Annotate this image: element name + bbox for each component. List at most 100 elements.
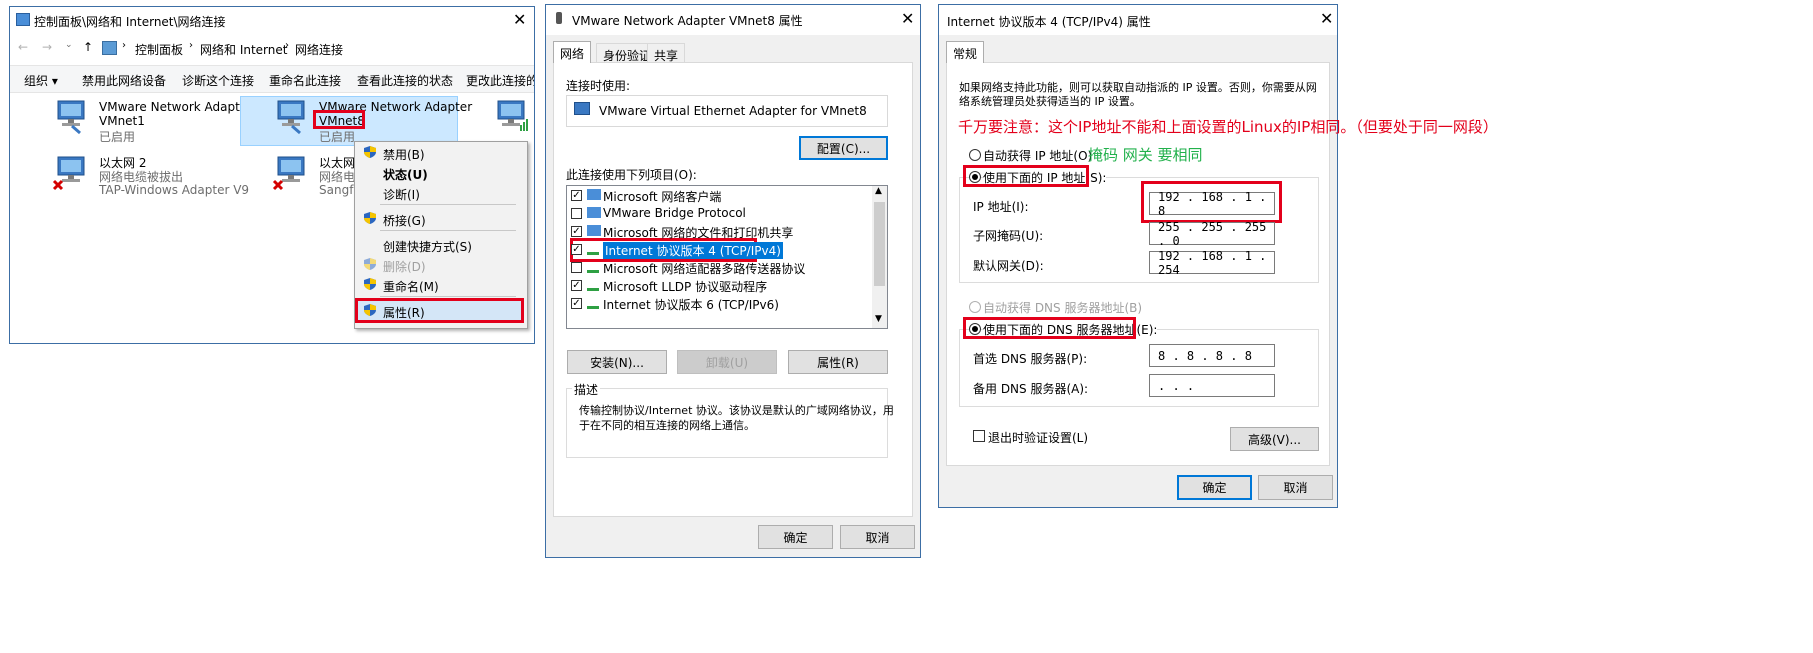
menu-item-delete[interactable]: 删除(D) <box>383 258 426 275</box>
list-item[interactable]: Internet 协议版本 6 (TCP/IPv6) <box>603 296 779 313</box>
network-icon <box>556 12 562 24</box>
organize-menu[interactable]: 组织 ▾ <box>24 72 58 89</box>
close-icon[interactable]: ✕ <box>1320 9 1333 28</box>
auto-ip-radio[interactable] <box>969 149 981 161</box>
shield-icon <box>364 258 376 270</box>
item-checkbox[interactable]: ✓ <box>571 280 582 291</box>
back-icon[interactable]: ← <box>18 40 28 54</box>
alternate-dns-input[interactable]: . . . <box>1149 374 1275 397</box>
adapter-status: 已启用 <box>319 130 356 144</box>
breadcrumb-control-panel[interactable]: 控制面板 <box>135 41 183 58</box>
scroll-thumb[interactable] <box>874 202 885 286</box>
menu-item-disable[interactable]: 禁用(B) <box>383 146 425 163</box>
adapter-icon <box>574 102 590 115</box>
menu-item-status[interactable]: 状态(U) <box>383 166 428 183</box>
menu-item-rename[interactable]: 重命名(M) <box>383 278 439 295</box>
adapter-status: 已启用 <box>99 130 136 144</box>
control-panel-icon <box>102 41 117 55</box>
window-title: 控制面板\网络和 Internet\网络连接 <box>34 15 226 29</box>
list-item[interactable]: Microsoft 网络客户端 <box>603 188 721 205</box>
default-gateway-input[interactable]: 192 . 168 . 1 . 254 <box>1149 249 1275 277</box>
configure-button[interactable]: 配置(C)... <box>799 136 888 160</box>
diagnose-button[interactable]: 诊断这个连接 <box>182 72 254 89</box>
highlight-box <box>313 110 365 129</box>
list-item[interactable]: VMware Bridge Protocol <box>603 206 746 220</box>
scrollbar[interactable]: ▲ ▼ <box>872 186 887 328</box>
network-adapter-icon <box>277 100 305 135</box>
client-icon <box>587 189 601 200</box>
change-settings-button[interactable]: 更改此连接的设 <box>466 72 534 89</box>
item-properties-button[interactable]: 属性(R) <box>788 350 888 374</box>
menu-separator <box>380 296 516 297</box>
scroll-up-icon[interactable]: ▲ <box>875 186 882 196</box>
list-item[interactable]: Microsoft LLDP 协议驱动程序 <box>603 278 767 295</box>
annotation-red: 千万要注意：这个IP地址不能和上面设置的Linux的IP相同。（但要处于同一网段… <box>958 118 1498 136</box>
menu-separator <box>380 204 516 205</box>
item-checkbox[interactable]: ✓ <box>571 298 582 309</box>
install-button[interactable]: 安装(N)... <box>567 350 667 374</box>
auto-dns-radio[interactable] <box>969 301 981 313</box>
highlight-box <box>1141 181 1282 223</box>
close-icon[interactable]: ✕ <box>513 10 526 29</box>
subnet-mask-input[interactable]: 255 . 255 . 255 . 0 <box>1149 220 1275 248</box>
menu-item-shortcut[interactable]: 创建快捷方式(S) <box>383 238 472 255</box>
items-label: 此连接使用下列项目(O): <box>566 168 697 182</box>
rename-button[interactable]: 重命名此连接 <box>269 72 341 89</box>
close-icon[interactable]: ✕ <box>901 9 914 28</box>
chevron-right-icon: › <box>122 40 126 51</box>
description-text: 传输控制协议/Internet 协议。该协议是默认的广域网络协议，用 <box>579 404 894 417</box>
connect-using-label: 连接时使用: <box>566 79 631 93</box>
menu-item-diagnose[interactable]: 诊断(I) <box>383 186 420 203</box>
disable-device-button[interactable]: 禁用此网络设备 <box>82 72 166 89</box>
item-checkbox[interactable] <box>571 262 582 273</box>
menu-item-bridge[interactable]: 桥接(G) <box>383 212 426 229</box>
tab-general[interactable]: 常规 <box>946 41 985 63</box>
cancel-button[interactable]: 取消 <box>1258 475 1333 500</box>
list-item[interactable]: Microsoft 网络适配器多路传送器协议 <box>603 260 805 277</box>
explorer-window: 控制面板\网络和 Internet\网络连接 ✕ ← → ⌄ ↑ › 控制面板 … <box>9 6 535 344</box>
tab-network[interactable]: 网络 <box>553 41 592 63</box>
item-checkbox[interactable]: ✓ <box>571 244 582 255</box>
preferred-dns-label: 首选 DNS 服务器(P): <box>973 352 1088 366</box>
preferred-dns-input[interactable]: 8 . 8 . 8 . 8 <box>1149 344 1275 367</box>
item-checkbox[interactable]: ✓ <box>571 226 582 237</box>
validate-label: 退出时验证设置(L) <box>988 431 1089 445</box>
ipv4-properties-dialog: Internet 协议版本 4 (TCP/IPv4) 属性 ✕ 常规 如果网络支… <box>938 4 1338 508</box>
forward-icon[interactable]: → <box>42 40 52 54</box>
highlight-box <box>963 317 1136 339</box>
breadcrumb-network-connections[interactable]: 网络连接 <box>295 41 343 58</box>
network-adapter-disconnected-icon <box>272 156 305 191</box>
alternate-dns-label: 备用 DNS 服务器(A): <box>973 382 1089 396</box>
shield-icon <box>364 212 376 224</box>
shield-icon <box>364 278 376 290</box>
uninstall-button[interactable]: 卸载(U) <box>677 350 777 374</box>
adapter-name[interactable]: VMware Network Adapter <box>99 100 252 114</box>
scroll-down-icon[interactable]: ▼ <box>875 314 882 324</box>
item-checkbox[interactable]: ✓ <box>571 190 582 201</box>
annotation-green: 掩码 网关 要相同 <box>1088 146 1203 164</box>
command-bar: 组织 ▾ 禁用此网络设备 诊断这个连接 重命名此连接 查看此连接的状态 更改此连… <box>10 65 534 93</box>
auto-dns-label: 自动获得 DNS 服务器地址(B) <box>983 301 1143 315</box>
ok-button[interactable]: 确定 <box>758 525 833 549</box>
view-status-button[interactable]: 查看此连接的状态 <box>357 72 453 89</box>
default-gateway-label: 默认网关(D): <box>973 259 1044 273</box>
protocol-icon <box>587 279 599 291</box>
ok-button[interactable]: 确定 <box>1177 475 1252 500</box>
list-item[interactable]: Microsoft 网络的文件和打印机共享 <box>603 224 793 241</box>
folder-icon <box>16 13 30 26</box>
recent-icon[interactable]: ⌄ <box>65 40 73 50</box>
advanced-button[interactable]: 高级(V)... <box>1230 427 1319 451</box>
protocol-icon <box>587 261 599 273</box>
item-checkbox[interactable] <box>571 208 582 219</box>
network-adapter-icon <box>57 100 85 135</box>
menu-separator <box>380 230 516 231</box>
breadcrumb-network-internet[interactable]: 网络和 Internet <box>200 41 287 58</box>
auto-ip-label: 自动获得 IP 地址(O) <box>983 149 1093 163</box>
tab-sharing[interactable]: 共享 <box>647 43 686 63</box>
list-item[interactable]: Internet 协议版本 4 (TCP/IPv4) <box>603 242 783 259</box>
cancel-button[interactable]: 取消 <box>840 525 915 549</box>
validate-checkbox[interactable] <box>973 430 985 442</box>
client-icon <box>587 225 601 236</box>
up-icon[interactable]: ↑ <box>83 40 93 54</box>
adapter-sub: VMnet1 <box>99 114 145 128</box>
